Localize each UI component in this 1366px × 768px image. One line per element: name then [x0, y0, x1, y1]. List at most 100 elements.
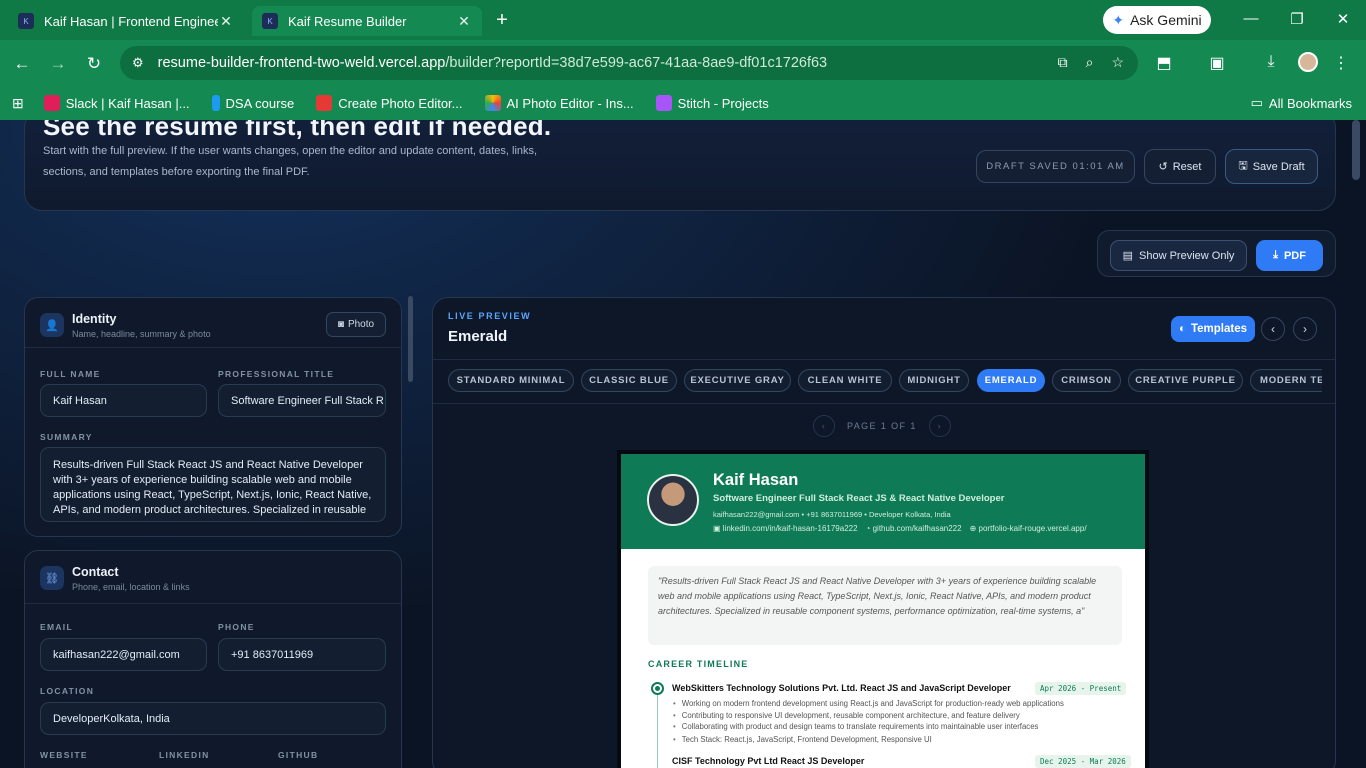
bookmark-ai-photo[interactable]: AI Photo Editor - Ins... — [484, 95, 634, 111]
close-tab-icon[interactable]: ✕ — [218, 13, 234, 30]
chip-creative-purple[interactable]: CREATIVE PURPLE — [1128, 369, 1243, 392]
phone-input[interactable]: +91 8637011969 — [218, 638, 386, 671]
gemini-sparkle-icon: ✦ — [1112, 11, 1125, 28]
chip-crimson[interactable]: CRIMSON — [1052, 369, 1121, 392]
all-bookmarks[interactable]: ▭ All Bookmarks — [1251, 95, 1352, 111]
resume-summary: "Results-driven Full Stack React JS and … — [648, 566, 1122, 645]
browser-tab-portfolio[interactable]: K Kaif Hasan | Frontend Engineer ✕ — [8, 6, 244, 36]
bookmark-dsa[interactable]: DSA course — [211, 95, 294, 111]
identity-subtitle: Name, headline, summary & photo — [72, 329, 211, 339]
next-template-icon[interactable]: › — [1293, 317, 1317, 341]
apps-grid-icon[interactable]: ⊞ — [12, 95, 24, 112]
photo-button[interactable]: ◙ Photo — [326, 312, 386, 337]
identity-title: Identity — [72, 312, 117, 326]
chip-emerald[interactable]: EMERALD — [977, 369, 1045, 392]
zoom-icon[interactable]: ⌕ — [1086, 54, 1094, 71]
tab-title: Kaif Hasan | Frontend Engineer — [44, 13, 218, 29]
close-tab-icon[interactable]: ✕ — [456, 13, 472, 30]
template-name: Emerald — [448, 328, 508, 345]
bookmarks-bar: ⊞ Slack | Kaif Hasan |... DSA course Cre… — [0, 86, 1366, 120]
resume-document: Kaif Hasan Software Engineer Full Stack … — [617, 450, 1149, 768]
location-input[interactable]: DeveloperKolkata, India — [40, 702, 386, 735]
identity-card: 👤 Identity Name, headline, summary & pho… — [24, 297, 402, 537]
previous-template-icon[interactable]: ‹ — [1261, 317, 1285, 341]
portfolio-link[interactable]: ⊕ portfolio-kaif-rouge.vercel.app/ — [970, 524, 1087, 533]
next-page-icon[interactable]: › — [928, 415, 951, 437]
browser-tab-strip: K Kaif Hasan | Frontend Engineer ✕ K Kai… — [0, 0, 1366, 40]
chip-standard-minimal[interactable]: STANDARD MINIMAL — [448, 369, 574, 392]
site-info-icon[interactable]: ⚙ — [132, 55, 144, 71]
reset-button[interactable]: ↺ Reset — [1144, 149, 1216, 184]
back-icon[interactable]: ← — [12, 54, 32, 74]
timeline-dot-icon — [651, 682, 664, 695]
extensions-icon[interactable]: ⬒ — [1153, 53, 1175, 73]
page-title: See the resume first, then edit if neede… — [43, 120, 552, 141]
email-input[interactable]: kaifhasan222@gmail.com — [40, 638, 207, 671]
photo-editor-icon — [316, 95, 333, 111]
show-preview-only-button[interactable]: ▤ Show Preview Only — [1110, 240, 1247, 271]
pdf-download-button[interactable]: ⤓ PDF — [1256, 240, 1323, 271]
tab-search-icon[interactable]: ▣ — [1206, 53, 1228, 73]
editor-scrollbar[interactable] — [408, 296, 413, 382]
resume-photo — [647, 474, 699, 526]
tab-title: Kaif Resume Builder — [288, 13, 407, 29]
slack-icon — [43, 95, 60, 111]
professional-title-input[interactable]: Software Engineer Full Stack R — [218, 384, 386, 417]
new-tab-icon[interactable]: + — [492, 9, 512, 32]
stitch-icon — [655, 95, 672, 111]
chip-executive-gray[interactable]: EXECUTIVE GRAY — [684, 369, 791, 392]
chip-midnight[interactable]: MIDNIGHT — [899, 369, 969, 392]
live-preview-panel: LIVE PREVIEW Emerald ◐ Templates ‹ › STA… — [432, 297, 1336, 768]
timeline-line — [657, 686, 658, 768]
bookmark-photo-editor[interactable]: Create Photo Editor... — [316, 95, 463, 111]
translate-icon[interactable]: ⧉ — [1058, 54, 1068, 71]
professional-title-label: PROFESSIONAL TITLE — [218, 369, 335, 379]
summary-textarea[interactable]: Results-driven Full Stack React JS and R… — [40, 447, 386, 522]
page-indicator: PAGE 1 OF 1 — [847, 421, 917, 431]
url-text: resume-builder-frontend-two-weld.vercel.… — [157, 55, 828, 71]
chip-clean-white[interactable]: CLEAN WHITE — [798, 369, 892, 392]
browser-toolbar: ← → ↻ ⚙ resume-builder-frontend-two-weld… — [0, 40, 1366, 86]
chip-modern-tech[interactable]: MODERN TE — [1250, 369, 1322, 392]
chip-classic-blue[interactable]: CLASSIC BLUE — [581, 369, 677, 392]
bookmark-slack[interactable]: Slack | Kaif Hasan |... — [43, 95, 190, 111]
contact-title: Contact — [72, 565, 119, 579]
reset-icon: ↺ — [1158, 161, 1168, 173]
linkedin-link[interactable]: ▣ linkedin.com/in/kaif-hasan-16179a222 — [713, 524, 858, 533]
full-name-label: FULL NAME — [40, 369, 101, 379]
job-date-badge: Apr 2026 - Present — [1035, 682, 1127, 695]
address-bar[interactable]: ⚙ resume-builder-frontend-two-weld.verce… — [120, 46, 1138, 80]
full-name-input[interactable]: Kaif Hasan — [40, 384, 207, 417]
bookmark-star-icon[interactable]: ☆ — [1111, 54, 1124, 71]
link-icon: ⛓ — [40, 566, 64, 590]
download-icon[interactable]: ⤓ — [1260, 53, 1282, 71]
browser-tab-resume-builder[interactable]: K Kaif Resume Builder ✕ — [252, 6, 482, 36]
reload-icon[interactable]: ↻ — [84, 54, 104, 74]
templates-button[interactable]: ◐ Templates — [1171, 316, 1255, 342]
document-icon: ▤ — [1122, 250, 1134, 262]
forward-icon[interactable]: → — [48, 54, 68, 74]
job-bullet: Contributing to responsive UI developmen… — [673, 711, 1020, 720]
prev-page-icon[interactable]: ‹ — [813, 415, 835, 437]
bookmark-stitch[interactable]: Stitch - Projects — [655, 95, 769, 111]
website-label: WEBSITE — [40, 750, 88, 760]
menu-kebab-icon[interactable]: ⋮ — [1330, 53, 1352, 73]
close-window-icon[interactable]: ✕ — [1333, 10, 1353, 28]
job-title: WebSkitters Technology Solutions Pvt. Lt… — [672, 683, 1011, 693]
email-label: EMAIL — [40, 622, 73, 632]
github-link[interactable]: ◔ github.com/kaifhasan222 — [866, 524, 962, 533]
ask-gemini-button[interactable]: ✦ Ask Gemini — [1103, 6, 1211, 34]
resume-role: Software Engineer Full Stack React JS & … — [713, 493, 1005, 504]
resume-contact: kaifhasan222@gmail.com • +91 8637011969 … — [713, 510, 951, 519]
page-description: Start with the full preview. If the user… — [43, 145, 538, 178]
download-icon: ⤓ — [1273, 249, 1278, 261]
template-chips: STANDARD MINIMAL CLASSIC BLUE EXECUTIVE … — [433, 359, 1335, 404]
profile-avatar[interactable] — [1298, 52, 1318, 72]
page-content: See the resume first, then edit if neede… — [0, 120, 1366, 768]
restore-icon[interactable]: ❐ — [1287, 10, 1307, 28]
contact-subtitle: Phone, email, location & links — [72, 582, 190, 592]
preview-actions: ▤ Show Preview Only ⤓ PDF — [1097, 230, 1336, 277]
save-draft-button[interactable]: 🖫 Save Draft — [1225, 149, 1318, 184]
minimize-icon[interactable]: — — [1241, 10, 1261, 27]
page-scrollbar[interactable] — [1352, 120, 1360, 180]
